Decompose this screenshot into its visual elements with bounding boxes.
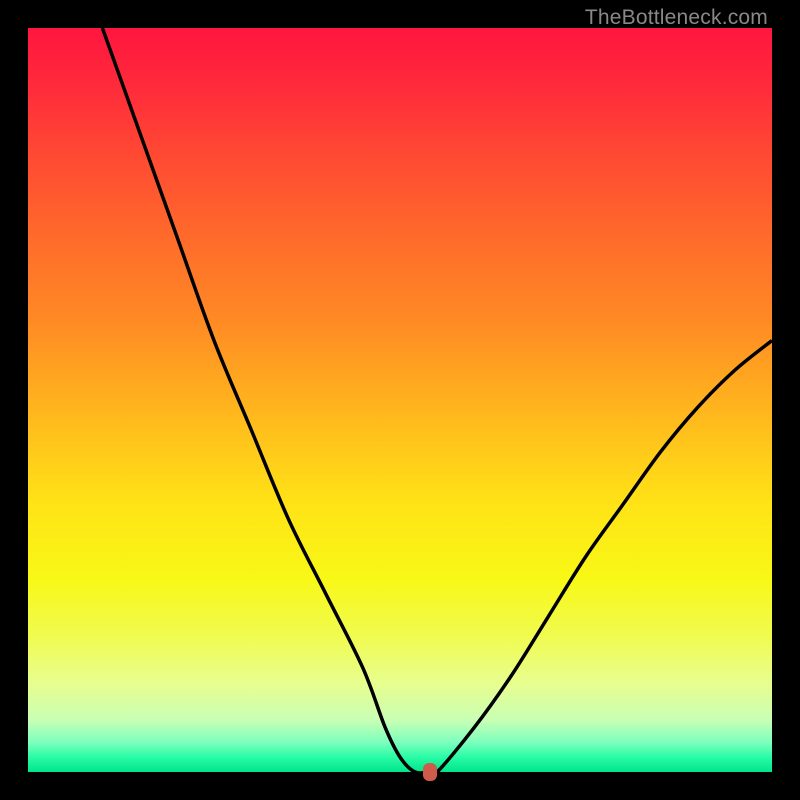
chart-svg-overlay: [28, 28, 772, 772]
watermark-text: TheBottleneck.com: [585, 6, 768, 30]
optimal-point-marker: [423, 763, 437, 781]
chart-frame: TheBottleneck.com: [0, 0, 800, 800]
bottleneck-curve-path: [102, 28, 772, 775]
